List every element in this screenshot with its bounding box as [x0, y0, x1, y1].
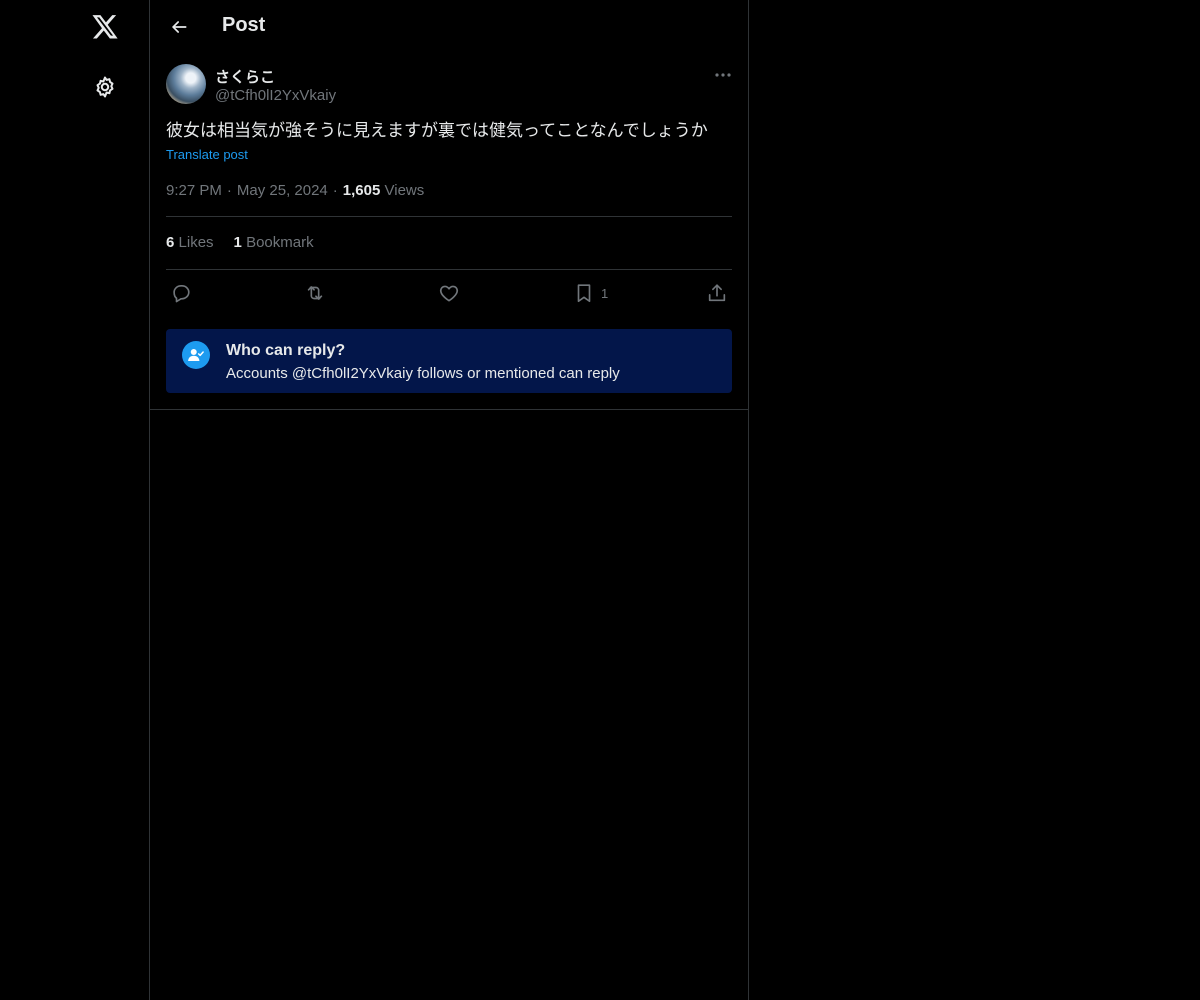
divider — [166, 269, 732, 270]
x-logo-icon[interactable] — [80, 3, 130, 53]
page-header: Post — [150, 0, 748, 54]
views-count: 1,605 — [342, 182, 381, 199]
repost-button[interactable] — [304, 282, 326, 304]
who-can-reply-title: Who can reply? — [226, 342, 346, 359]
back-button[interactable] — [161, 9, 197, 45]
post-meta: 9:27 PM · May 25, 2024 · 1,605 Views — [166, 182, 425, 199]
share-button[interactable] — [706, 282, 728, 304]
person-check-icon — [182, 341, 210, 369]
bookmark-count: 1 — [601, 285, 609, 301]
post-text: 彼女は相当気が強そうに見えますが裏では健気ってことなんでしょうか — [166, 121, 708, 140]
author-display-name[interactable]: さくらこ — [215, 66, 275, 87]
reply-icon — [173, 285, 190, 303]
bookmark-icon — [577, 284, 591, 303]
bookmarks-stat[interactable]: 1 Bookmark — [234, 234, 314, 251]
post-stats: 6 Likes 1 Bookmark — [166, 234, 334, 251]
gear-icon[interactable] — [80, 62, 130, 112]
more-options-button[interactable] — [710, 64, 736, 86]
more-icon — [715, 73, 731, 77]
who-can-reply-description: Accounts @tCfh0lI2YxVkaiy follows or men… — [226, 365, 620, 382]
views-label: Views — [384, 182, 425, 199]
heart-icon — [439, 285, 459, 302]
who-can-reply-box: Who can reply? Accounts @tCfh0lI2YxVkaiy… — [166, 329, 732, 393]
post: さくらこ @tCfh0lI2YxVkaiy 彼女は相当気が強そうに見えますが裏で… — [150, 54, 748, 410]
share-icon — [708, 284, 726, 302]
author-handle[interactable]: @tCfh0lI2YxVkaiy — [215, 87, 336, 104]
like-button[interactable] — [438, 282, 460, 304]
likes-stat[interactable]: 6 Likes — [166, 234, 214, 251]
divider — [166, 216, 732, 217]
page-title: Post — [222, 14, 266, 36]
avatar[interactable] — [166, 64, 206, 104]
post-date[interactable]: May 25, 2024 — [237, 182, 328, 199]
post-time[interactable]: 9:27 PM — [166, 182, 222, 199]
translate-post-link[interactable]: Translate post — [166, 147, 248, 162]
reply-button[interactable] — [170, 282, 192, 304]
bookmark-button[interactable]: 1 — [573, 282, 608, 304]
repost-icon — [307, 286, 323, 300]
main-column: Post さくらこ @tCfh0lI2YxVkaiy 彼女は相当気が強そうに見え… — [149, 0, 749, 1000]
left-nav — [0, 0, 150, 1000]
arrow-left-icon — [172, 21, 187, 33]
